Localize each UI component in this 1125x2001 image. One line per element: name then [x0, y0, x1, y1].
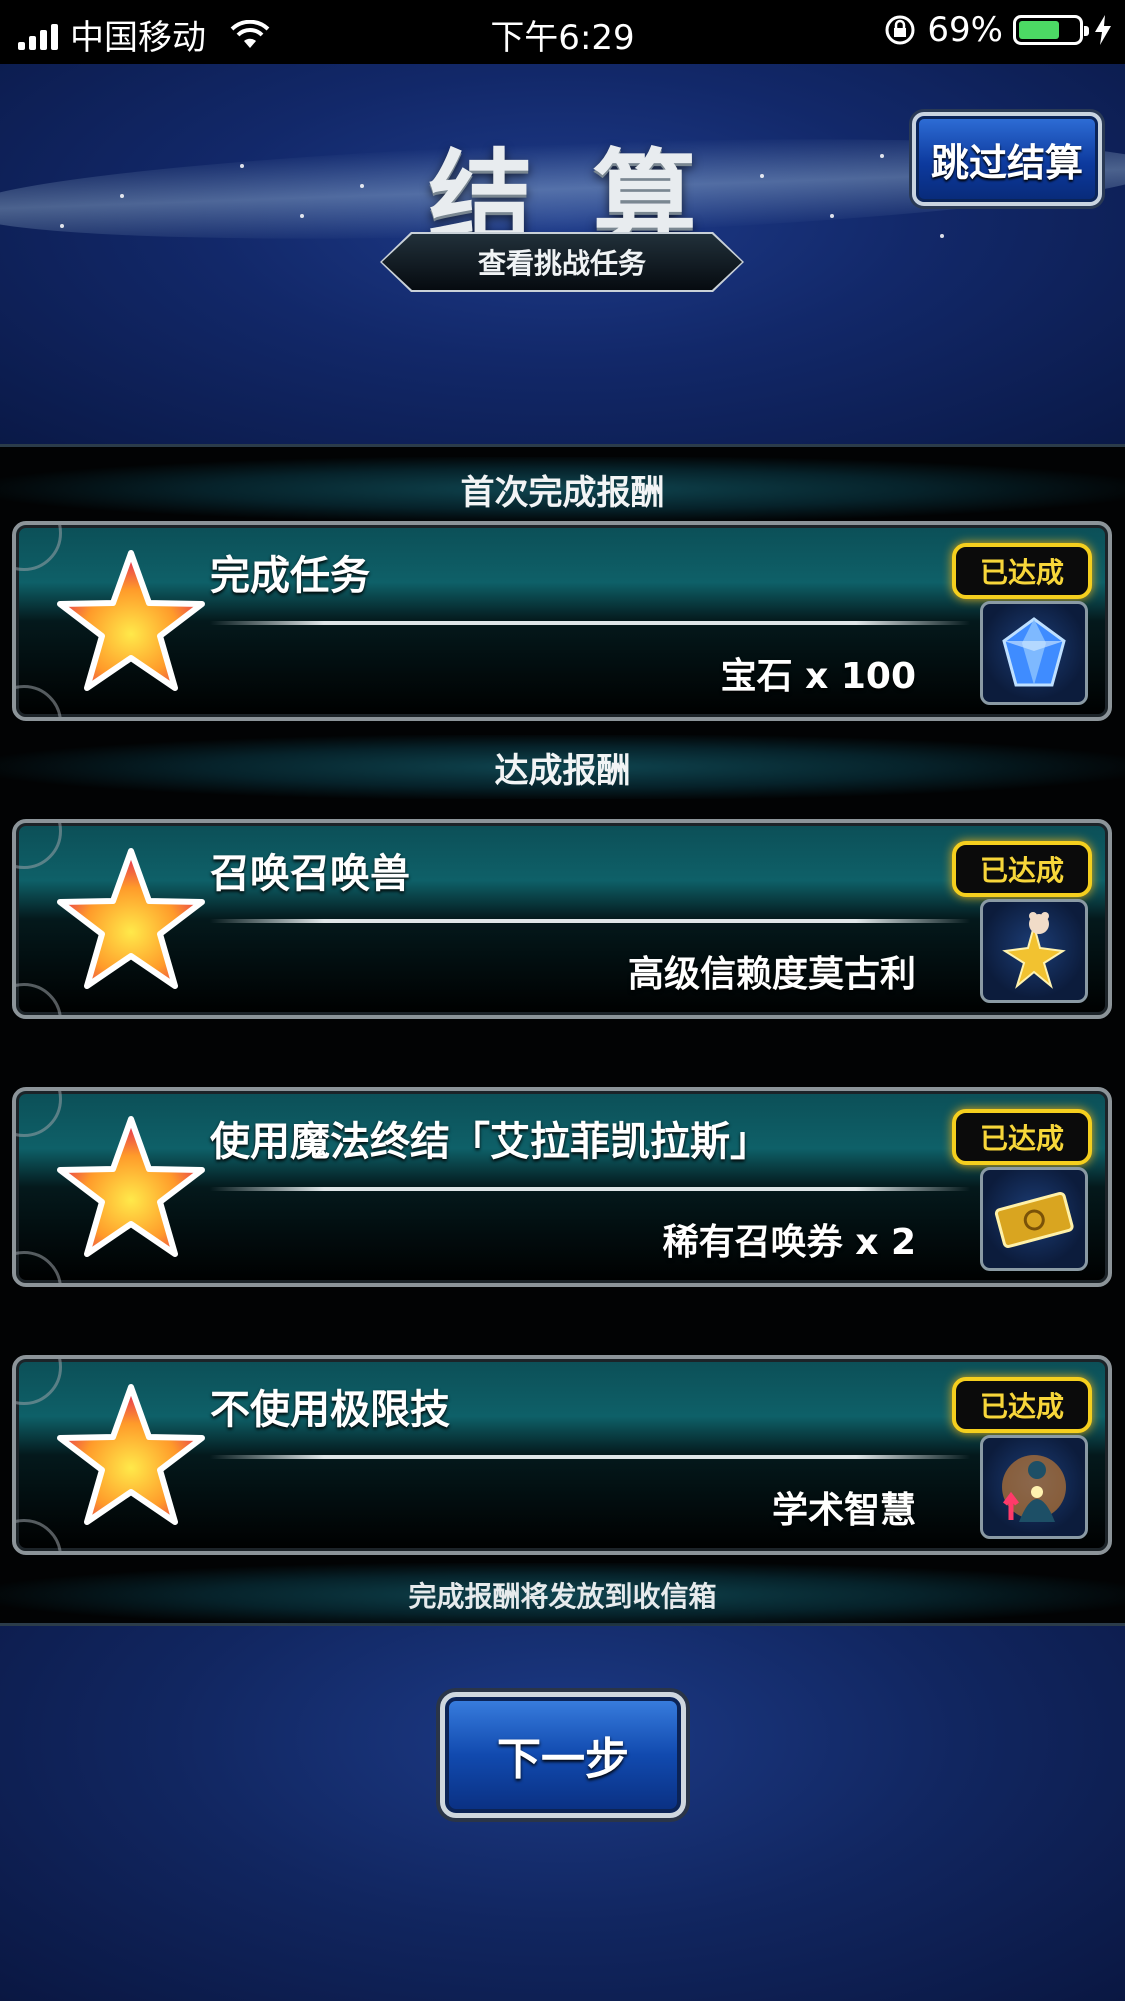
corner-ornament	[16, 685, 62, 717]
mission-star-icon	[57, 848, 205, 989]
moogle-star-icon	[1002, 912, 1066, 989]
achieved-badge: 已达成	[952, 543, 1092, 599]
mission-star-icon	[57, 1384, 205, 1525]
battery-icon	[1013, 15, 1089, 45]
view-tasks-button[interactable]: 查看挑战任务	[382, 234, 742, 290]
gem-icon	[1002, 617, 1066, 687]
reward-text: 高级信赖度莫古利	[627, 954, 916, 995]
mission-name: 使用魔法终结「艾拉菲凯拉斯」	[210, 1119, 770, 1165]
mission-card: 召唤召唤兽 高级信赖度莫古利 已达成	[12, 819, 1112, 1019]
reward-item-box	[980, 1435, 1088, 1539]
rewards-panel: 首次完成报酬 完成任务 宝石 x 100 已达成 达成报酬 召唤召唤兽 高级信赖…	[0, 444, 1125, 1627]
battery-percent: 69%	[927, 10, 1003, 50]
results-header: 结算 查看挑战任务 跳过结算	[0, 64, 1125, 444]
first-clear-heading: 首次完成报酬	[0, 457, 1125, 521]
reward-item-box	[980, 1167, 1088, 1271]
divider	[210, 621, 970, 625]
next-button[interactable]: 下一步	[440, 1692, 686, 1818]
achieved-badge: 已达成	[952, 1377, 1092, 1433]
corner-ornament	[16, 525, 62, 571]
wisdom-icon	[1002, 1455, 1066, 1522]
divider	[210, 1187, 970, 1191]
divider	[210, 1455, 970, 1459]
skip-results-button[interactable]: 跳过结算	[912, 112, 1102, 206]
ticket-icon	[994, 1191, 1074, 1248]
achieved-badge: 已达成	[952, 1109, 1092, 1165]
mission-star-icon	[57, 1116, 205, 1257]
corner-ornament	[16, 983, 62, 1015]
achieved-badge: 已达成	[952, 841, 1092, 897]
corner-ornament	[16, 823, 62, 869]
mission-card: 使用魔法终结「艾拉菲凯拉斯」 稀有召唤券 x 2 已达成	[12, 1087, 1112, 1287]
reward-text: 稀有召唤券 x 2	[662, 1222, 916, 1263]
mailbox-note: 完成报酬将发放到收信箱	[0, 1563, 1125, 1627]
status-bar: 中国移动 下午6:29 69%	[0, 0, 1125, 64]
reward-text: 学术智慧	[771, 1490, 916, 1531]
corner-ornament	[16, 1519, 62, 1551]
reward-text: 宝石 x 100	[720, 656, 916, 697]
mission-card: 完成任务 宝石 x 100 已达成	[12, 521, 1112, 721]
mission-name: 召唤召唤兽	[210, 851, 410, 897]
reward-item-box	[980, 899, 1088, 1003]
corner-ornament	[16, 1091, 62, 1137]
mission-card: 不使用极限技 学术智慧 已达成	[12, 1355, 1112, 1555]
mission-name: 完成任务	[210, 553, 370, 599]
corner-ornament	[16, 1251, 62, 1283]
mission-name: 不使用极限技	[210, 1387, 450, 1433]
achievement-heading: 达成报酬	[0, 735, 1125, 799]
corner-ornament	[16, 1359, 62, 1405]
bottom-area: 下一步	[0, 1626, 1125, 2001]
rotation-lock-icon	[885, 15, 915, 45]
charging-bolt-icon	[1095, 15, 1111, 45]
divider	[210, 919, 970, 923]
mission-star-icon	[57, 550, 205, 691]
reward-item-box	[980, 601, 1088, 705]
